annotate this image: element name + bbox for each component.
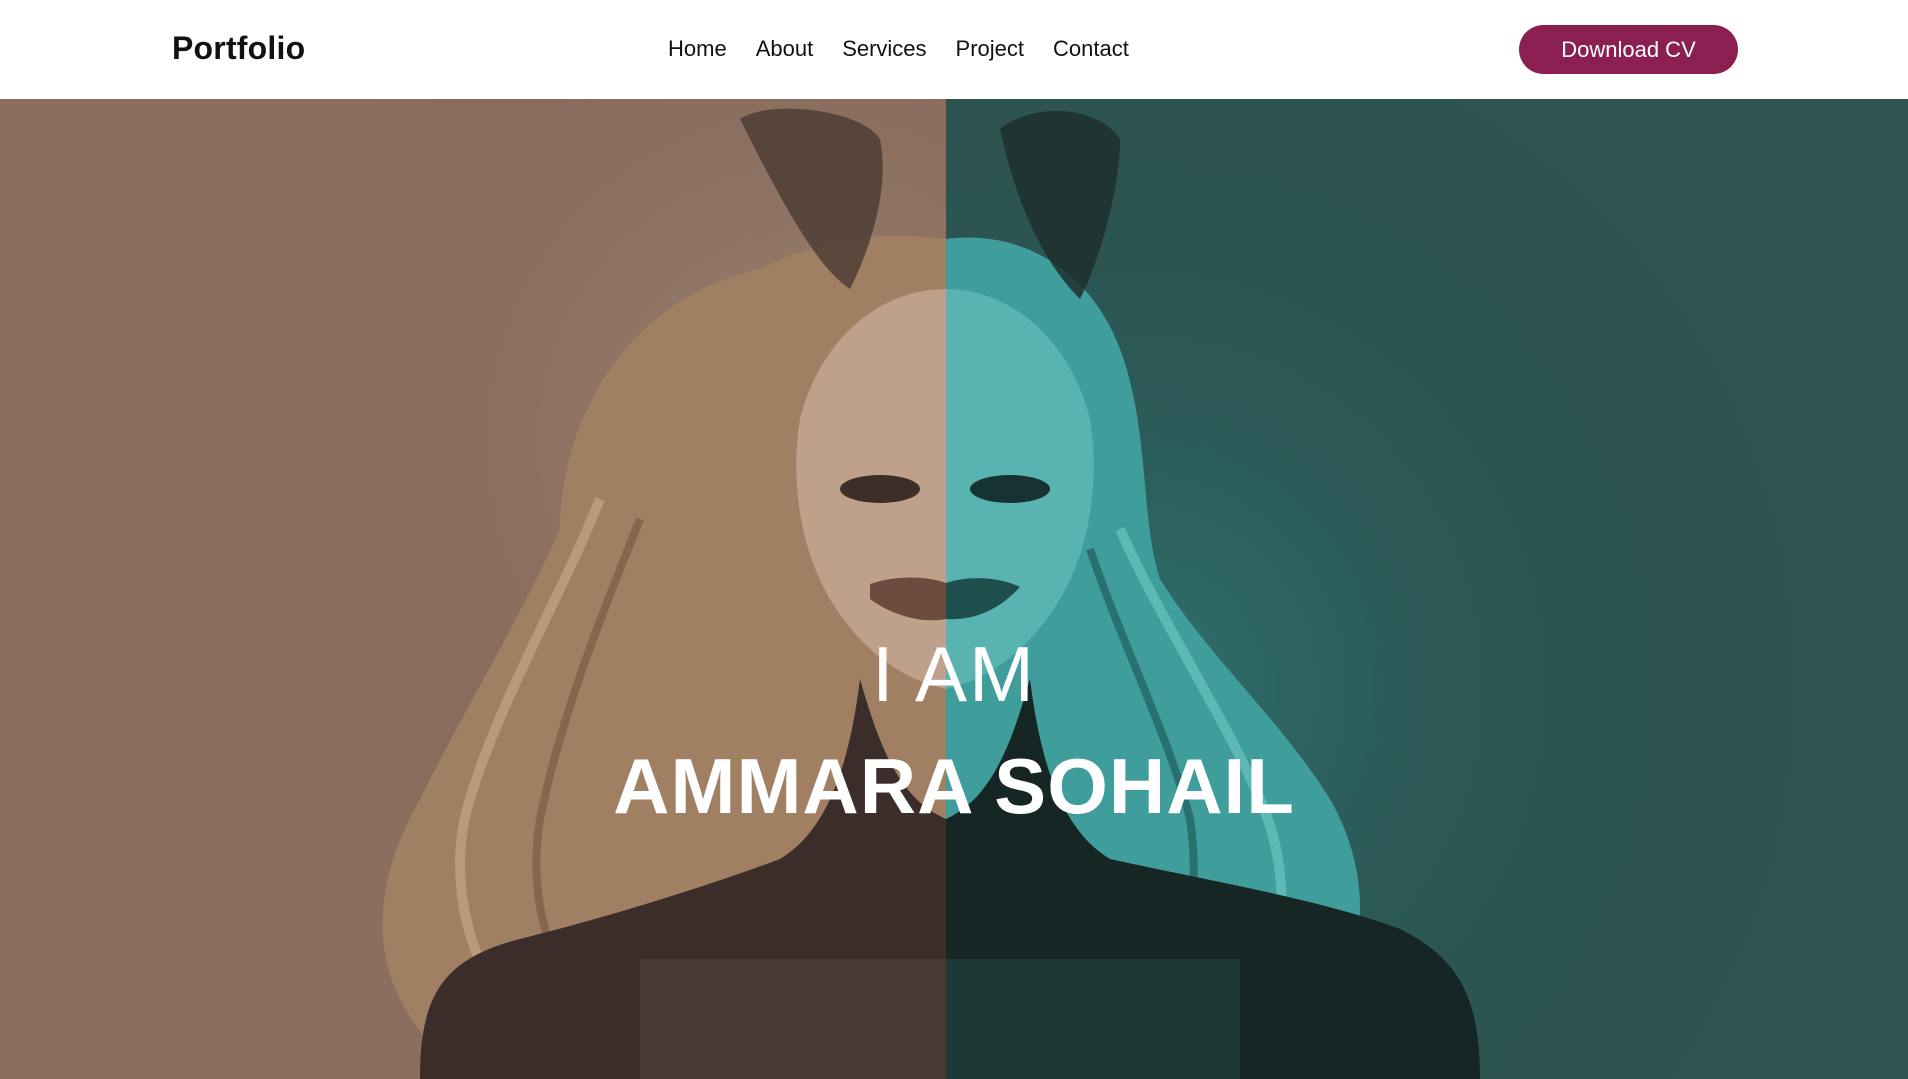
brand-logo[interactable]: Portfolio (172, 30, 305, 67)
nav-link-contact[interactable]: Contact (1053, 36, 1129, 62)
nav-link-project[interactable]: Project (956, 36, 1024, 62)
download-cv-button[interactable]: Download CV (1519, 25, 1738, 74)
nav-link-home[interactable]: Home (668, 36, 727, 62)
hero-portrait-image (0, 99, 1908, 1079)
hero-section: I AM AMMARA SOHAIL (0, 99, 1908, 1079)
nav-link-about[interactable]: About (756, 36, 814, 62)
nav-link-services[interactable]: Services (842, 36, 926, 62)
main-nav: Home About Services Project Contact (668, 36, 1129, 62)
top-navbar: Portfolio Home About Services Project Co… (0, 0, 1908, 99)
